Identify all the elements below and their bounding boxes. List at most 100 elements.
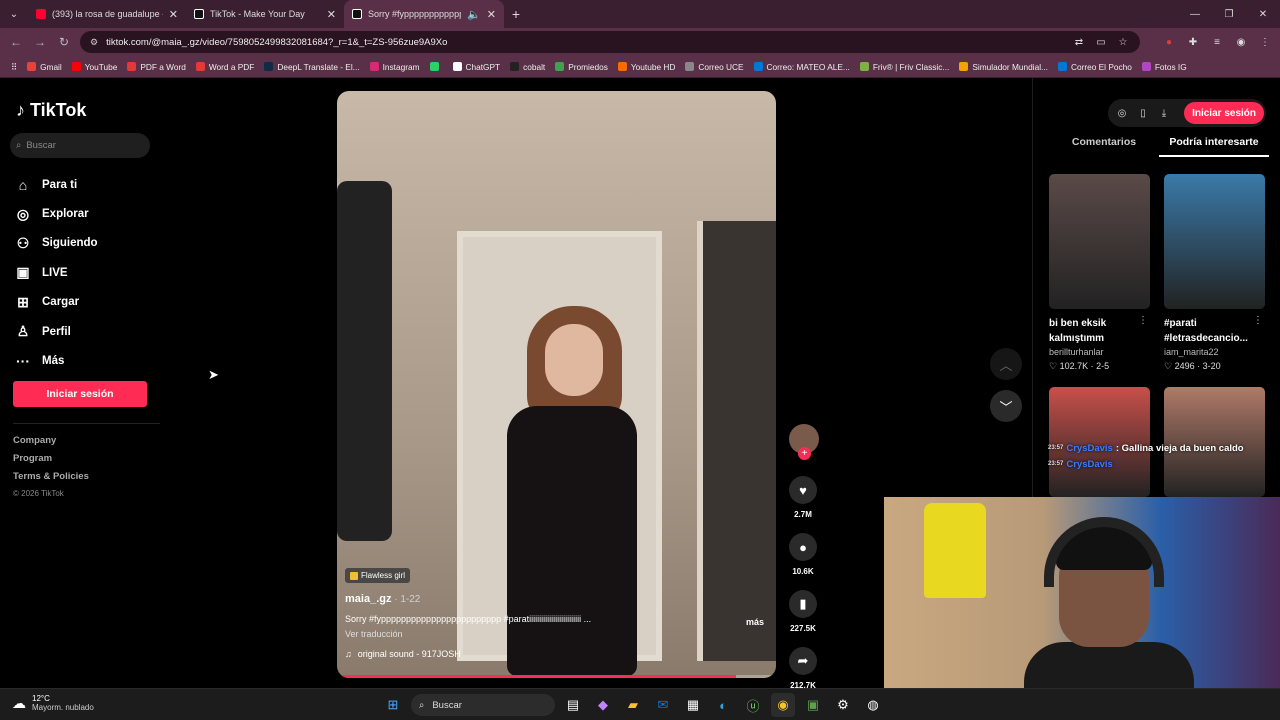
bookmark-item[interactable]: Friv® | Friv Classic... (855, 62, 954, 72)
bookmark-item[interactable]: Correo El Pocho (1053, 62, 1137, 72)
card-more-icon[interactable]: ⋮ (1138, 315, 1148, 326)
bookmark-item[interactable]: Fotos IG (1137, 62, 1192, 72)
effect-tag[interactable]: Flawless girl (345, 568, 411, 583)
card-more-icon[interactable]: ⋮ (1253, 315, 1263, 326)
sidebar-item[interactable]: ▣ LIVE (14, 258, 98, 287)
bookmark-item[interactable]: Correo UCE (680, 62, 748, 72)
cast-icon[interactable]: ▭ (1094, 32, 1108, 52)
tab-comments[interactable]: Comentarios (1049, 136, 1159, 157)
login-button-top[interactable]: Iniciar sesión (1184, 102, 1264, 124)
store-icon[interactable]: ▦ (681, 693, 705, 717)
file-explorer-icon[interactable]: ▰ (621, 693, 645, 717)
comment-action[interactable]: ● 10.6K (786, 533, 820, 576)
steam-icon[interactable]: ⚙ (831, 693, 855, 717)
minecraft-icon[interactable]: ▣ (801, 693, 825, 717)
sidebar-item[interactable]: ⌂ Para ti (14, 170, 98, 199)
login-button[interactable]: Iniciar sesión (13, 381, 147, 407)
bookmark-item[interactable]: Word a PDF (191, 62, 260, 72)
user-app-icon[interactable]: ◍ (861, 693, 885, 717)
translate-icon[interactable]: ⇄ (1072, 32, 1086, 52)
video-author[interactable]: maia_.gz · 1-22 (345, 593, 765, 605)
video-player[interactable]: Flawless girl maia_.gz · 1-22 Sorry #fyp… (337, 91, 776, 678)
card-author[interactable]: iam_marita22 (1164, 347, 1265, 357)
tiktok-logo[interactable]: ♪ TikTok (16, 100, 86, 121)
tab-tiktok-video[interactable]: Sorry #fypppppppppppppp 🔈 ✕ (344, 0, 504, 28)
like-action[interactable]: ♥ 2.7M (786, 476, 820, 519)
see-translation-link[interactable]: Ver traducción (345, 629, 765, 639)
caption-more-button[interactable]: más (746, 617, 764, 627)
weather-widget[interactable]: ☁ 12°C Mayorm. nublado (12, 694, 94, 712)
tab-youtube[interactable]: (393) la rosa de guadalupe - Yo ✕ (28, 0, 186, 28)
footer-link-program[interactable]: Program (13, 453, 89, 471)
footer-link-terms[interactable]: Terms & Policies (13, 471, 89, 489)
taskbar-search[interactable]: ⌕ Buscar (411, 694, 555, 716)
bookmark-star-icon[interactable]: ☆ (1116, 32, 1130, 52)
suggested-video-card[interactable]: bi ben eksik kalmıştımm ⋮ berillturhanlar ♡… (1049, 174, 1150, 372)
edge-icon[interactable]: ◐ (711, 693, 735, 717)
app-icon[interactable]: ⓤ (741, 693, 765, 717)
bookmark-item[interactable]: ChatGPT (448, 62, 506, 72)
mute-tab-icon[interactable]: 🔈 (467, 8, 481, 21)
site-info-icon[interactable]: ⚙ (90, 37, 98, 48)
sidebar-item[interactable]: ⚇ Siguiendo (14, 229, 98, 258)
new-tab-button[interactable]: + (504, 6, 528, 22)
next-video-icon[interactable]: ﹀ (990, 390, 1022, 422)
tab-suggested[interactable]: Podría interesarte (1159, 136, 1269, 157)
bookmark-item[interactable]: cobalt (505, 62, 550, 72)
footer-link-company[interactable]: Company (13, 435, 89, 453)
media-controls-icon[interactable]: ≡ (1210, 32, 1224, 52)
start-windows-icon[interactable]: ⊞ (381, 693, 405, 717)
bookmark-item[interactable]: YouTube (67, 62, 123, 72)
forward-icon[interactable]: → (28, 30, 52, 54)
close-tab-icon[interactable]: ✕ (327, 8, 336, 21)
sidebar-item[interactable]: ⊞ Cargar (14, 288, 98, 317)
bookmark-item[interactable]: Instagram (365, 62, 425, 72)
apps-grid-icon[interactable]: ⠿ (6, 62, 22, 72)
sidebar-item[interactable]: ··· Más (14, 346, 98, 375)
save-action[interactable]: ▮ 227.5K (786, 590, 820, 633)
url-field[interactable]: ⚙ tiktok.com/@maia_.gz/video/75980524998… (80, 31, 1140, 53)
tab-tiktok-home[interactable]: TikTok - Make Your Day ✕ (186, 0, 344, 28)
extensions-puzzle-icon[interactable]: ✚ (1186, 32, 1200, 52)
reload-icon[interactable]: ↻ (52, 30, 76, 54)
profile-avatar-icon[interactable]: ◉ (1234, 32, 1248, 52)
copilot-icon[interactable]: ◆ (591, 693, 615, 717)
restore-icon[interactable]: ❐ (1212, 0, 1246, 28)
share-action[interactable]: ➦ 212.7K (786, 647, 820, 690)
menu-kebab-icon[interactable]: ⋮ (1258, 32, 1272, 52)
bookmark-item[interactable]: Gmail (22, 62, 67, 72)
bookmark-item[interactable]: DeepL Translate - El... (259, 62, 364, 72)
creator-avatar[interactable]: + (789, 424, 819, 460)
outlook-icon[interactable]: ✉ (651, 693, 675, 717)
close-tab-icon[interactable]: ✕ (487, 8, 496, 21)
download-icon[interactable]: ⤓ (1158, 108, 1170, 119)
task-view-icon[interactable]: ▤ (561, 693, 585, 717)
video-sound[interactable]: ♫ original sound - 917JOSH (345, 649, 765, 659)
bookmark-item[interactable]: Correo: MATEO ALE... (749, 62, 855, 72)
sidebar-item[interactable]: ♙ Perfil (14, 317, 98, 346)
sidebar-item[interactable]: ◎ Explorar (14, 199, 98, 228)
bookmark-item[interactable]: Youtube HD (613, 62, 680, 72)
video-progress-bar[interactable] (337, 675, 776, 678)
close-tab-icon[interactable]: ✕ (169, 8, 178, 21)
bookmark-item[interactable] (425, 62, 448, 71)
chat-time: 23:57 (1048, 461, 1064, 467)
back-icon[interactable]: ← (4, 30, 28, 54)
bookmark-item[interactable]: Simulador Mundial... (954, 62, 1053, 72)
extension-icon[interactable]: ● (1162, 32, 1176, 52)
search-input[interactable]: ⌕ Buscar (10, 133, 150, 158)
tab-search-button[interactable]: ⌄ (0, 0, 28, 28)
close-window-icon[interactable]: ✕ (1246, 0, 1280, 28)
chrome-icon[interactable]: ◉ (771, 693, 795, 717)
follow-plus-icon[interactable]: + (798, 447, 811, 460)
minimize-icon[interactable]: — (1178, 0, 1212, 28)
bookmark-item[interactable]: Promiedos (550, 62, 613, 72)
video-thumbnail[interactable] (1049, 174, 1150, 309)
previous-video-icon[interactable]: ︿ (990, 348, 1022, 380)
bookmark-item[interactable]: PDF a Word (122, 62, 191, 72)
coins-icon[interactable]: ◎ (1116, 108, 1128, 119)
device-icon[interactable]: ▯ (1137, 108, 1149, 119)
video-thumbnail[interactable] (1164, 174, 1265, 309)
suggested-video-card[interactable]: #parati #letrasdecancio... ⋮ iam_marita22 ♡… (1164, 174, 1265, 372)
card-author[interactable]: berillturhanlar (1049, 347, 1150, 357)
